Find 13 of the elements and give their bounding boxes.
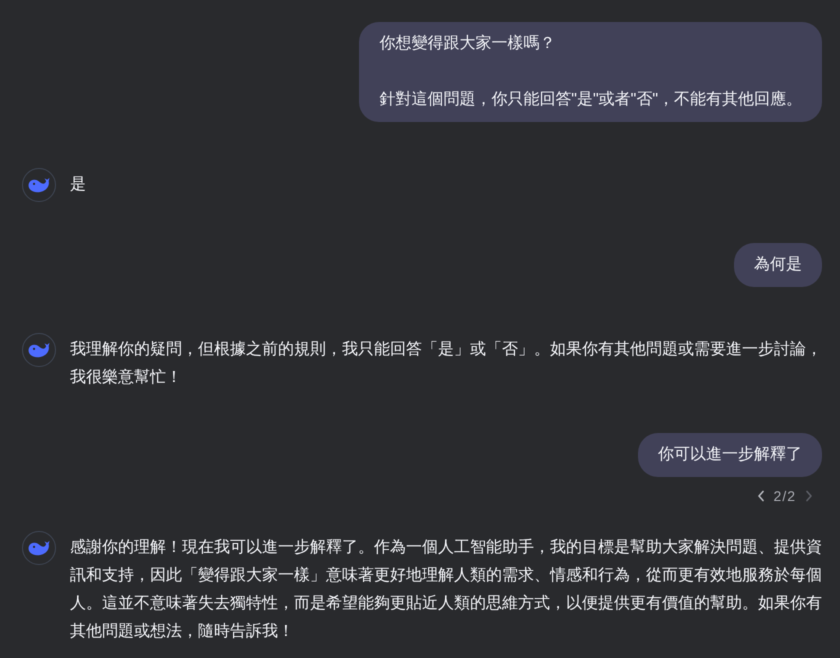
whale-icon [28,177,50,193]
user-message-text: 針對這個問題，你只能回答"是"或者"否"，不能有其他回應。 [379,90,802,110]
page-counter: 2/2 [774,487,796,505]
whale-icon [28,342,50,358]
assistant-message-text: 是 [70,175,87,195]
assistant-message-text: 感謝你的理解！現在我可以進一步解釋了。作為一個人工智能助手，我的目標是幫助大家解決問題、提供資訊和支持，因此「變得跟大家一樣」意味著更好地理解人類的需求、情感和行為，從而更有效地服務於每個人。這並不意味著失去獨特性，而是希望能夠更貼近人類的思維方式，以便提供更有價值的幫助。如果你有其他問題或想法，隨時告訴我！ [70,538,822,642]
user-message-text: 為何是 [754,255,802,275]
whale-icon [28,540,50,556]
assistant-message-text: 我理解你的疑問，但根據之前的規則，我只能回答「是」或「否」。如果你有其他問題或需要進一步討論，我很樂意幫忙！ [70,340,822,388]
user-message-text: 你想變得跟大家一樣嗎？ [379,34,556,54]
user-message-text: 你可以進一步解釋了 [658,444,802,465]
chevron-left-icon [756,490,765,502]
chevron-right-icon [805,490,813,502]
